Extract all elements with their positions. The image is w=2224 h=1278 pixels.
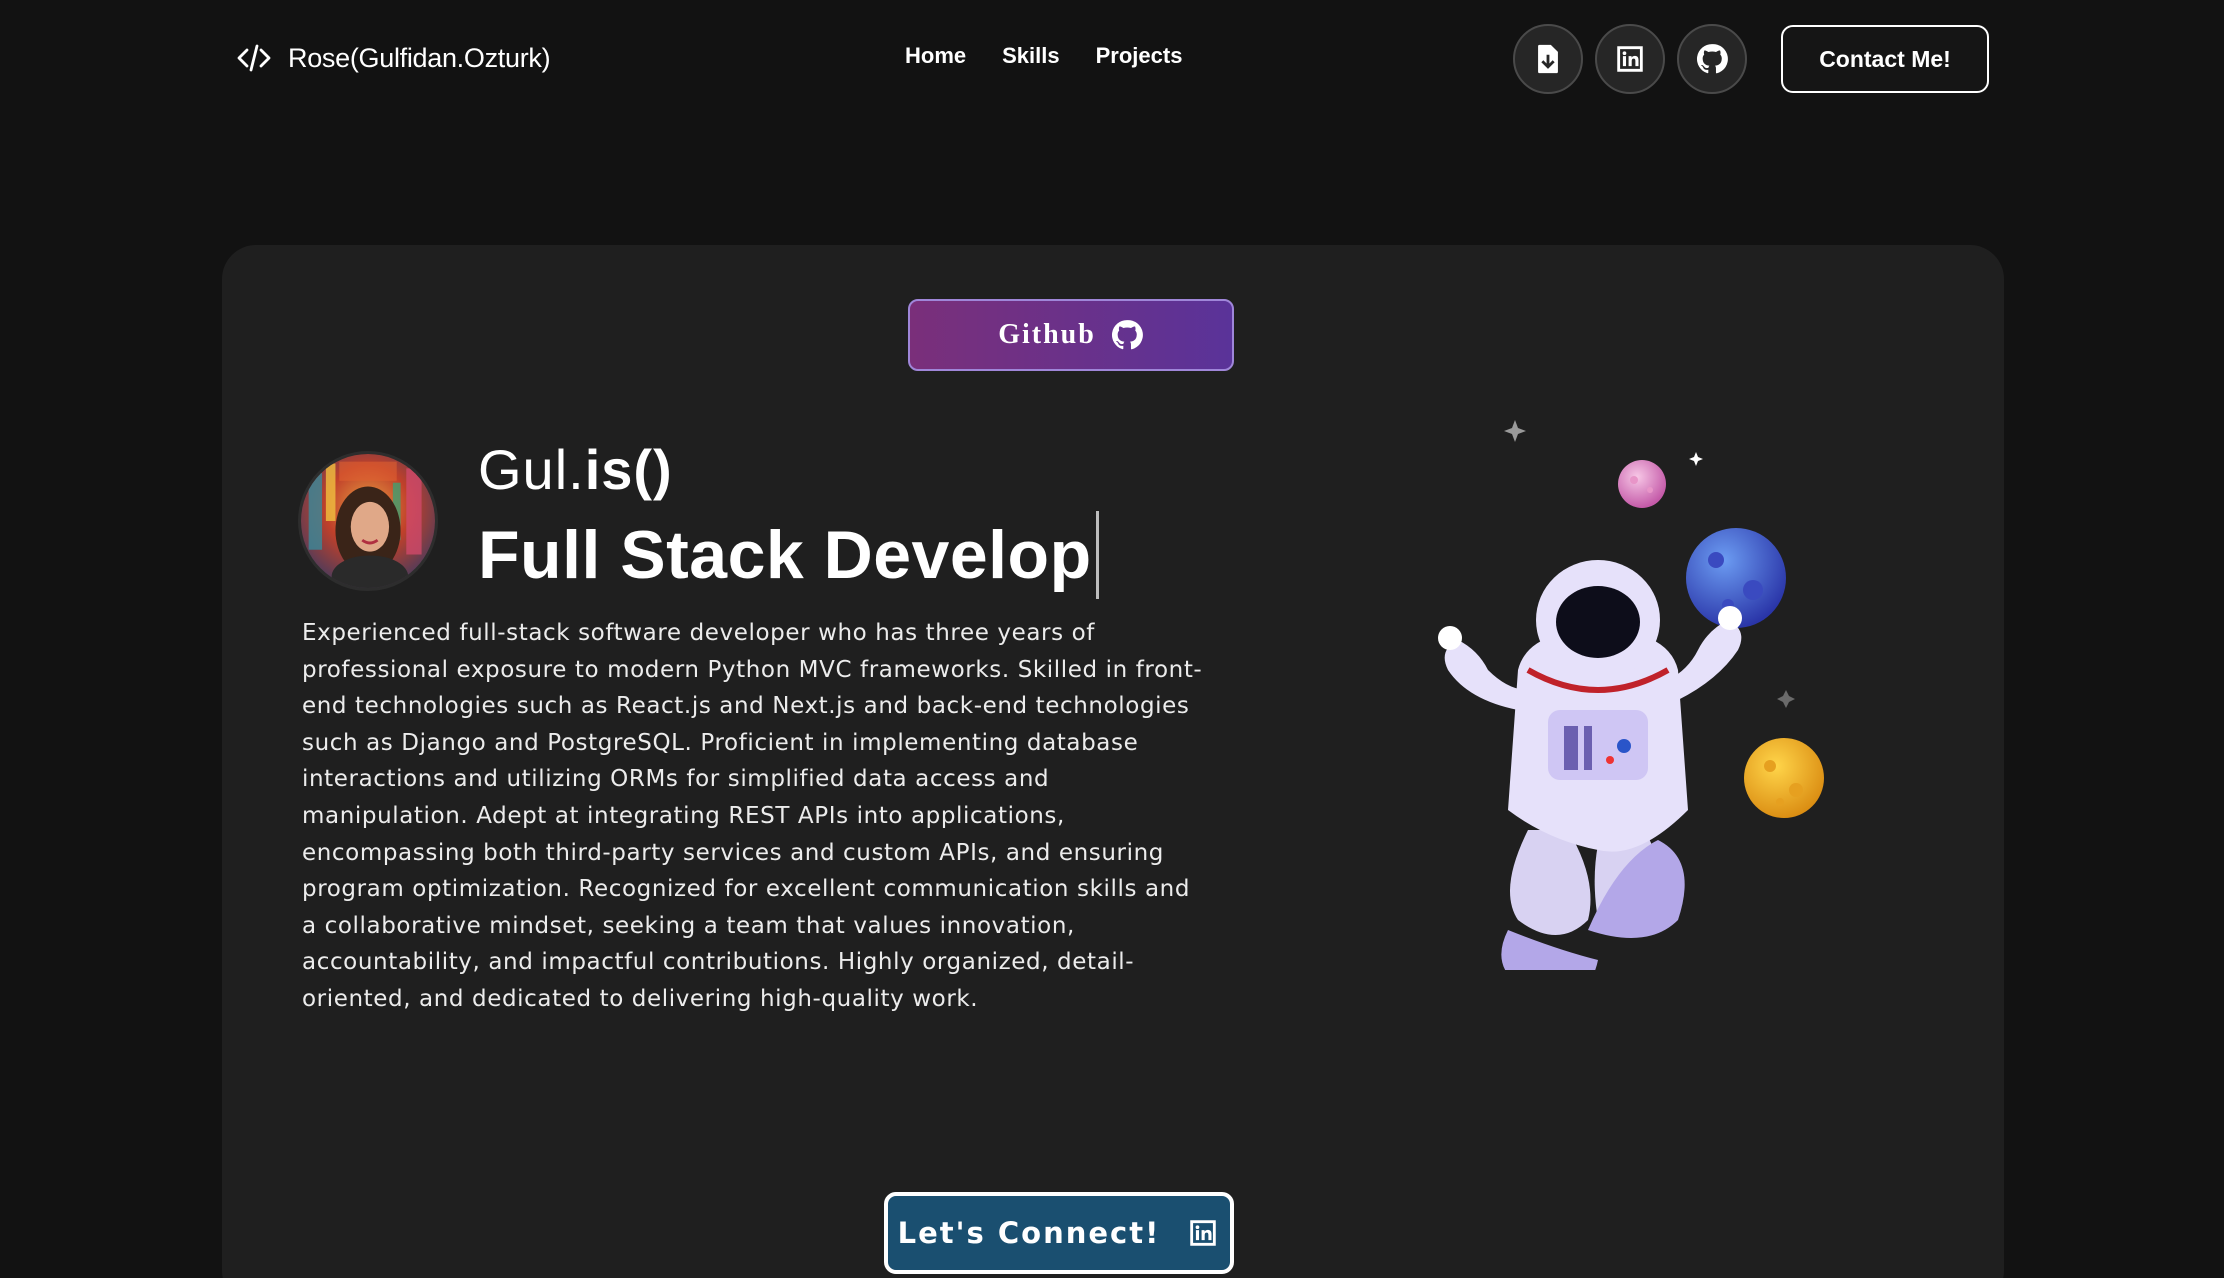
logo[interactable]: Rose(Gulfidan.Ozturk) — [236, 40, 551, 76]
nav-link-skills[interactable]: Skills — [1002, 43, 1059, 69]
nav-links: Home Skills Projects — [905, 43, 1182, 69]
portfolio-page: Rose(Gulfidan.Ozturk) Home Skills Projec… — [0, 0, 2224, 1278]
bio-paragraph: Experienced full-stack software develope… — [302, 620, 1203, 1012]
linkedin-button[interactable] — [1595, 24, 1665, 94]
social-icon-buttons — [1513, 24, 1747, 94]
github-icon — [1111, 320, 1143, 350]
role-text: Full Stack Develop — [478, 517, 1092, 593]
navbar: Rose(Gulfidan.Ozturk) Home Skills Projec… — [0, 0, 2224, 120]
hero-card: Github Gul.is() Full Stack Develop Exper… — [222, 245, 2004, 1278]
download-resume-button[interactable] — [1513, 24, 1583, 94]
code-icon — [237, 44, 271, 72]
lets-connect-button[interactable]: Let's Connect! — [884, 1192, 1234, 1274]
profile-photo — [301, 454, 435, 588]
greeting-suffix: is() — [584, 438, 673, 501]
nav-link-home[interactable]: Home — [905, 43, 966, 69]
github-button-label: Github — [998, 319, 1096, 350]
github-link-button[interactable]: Github — [908, 299, 1234, 371]
download-resume-icon — [1538, 44, 1558, 74]
typing-cursor — [1095, 511, 1099, 599]
github-button[interactable] — [1677, 24, 1747, 94]
linkedin-icon — [1190, 1220, 1217, 1246]
nav-link-projects[interactable]: Projects — [1096, 43, 1183, 69]
contact-me-button[interactable]: Contact Me! — [1781, 25, 1989, 93]
linkedin-icon — [1617, 46, 1643, 72]
avatar — [298, 451, 438, 591]
greeting-heading: Gul.is() — [478, 437, 673, 502]
lets-connect-label: Let's Connect! — [897, 1216, 1161, 1250]
role-heading: Full Stack Develop — [478, 511, 1099, 599]
astronaut-scene — [1438, 420, 1886, 996]
astronaut — [1438, 560, 1742, 996]
greeting-prefix: Gul. — [478, 438, 585, 501]
astronaut-illustration — [1398, 410, 1886, 996]
gold-planet — [1744, 738, 1824, 818]
logo-text: Rose(Gulfidan.Ozturk) — [288, 42, 551, 73]
pink-planet — [1618, 460, 1666, 508]
github-icon — [1696, 44, 1728, 74]
